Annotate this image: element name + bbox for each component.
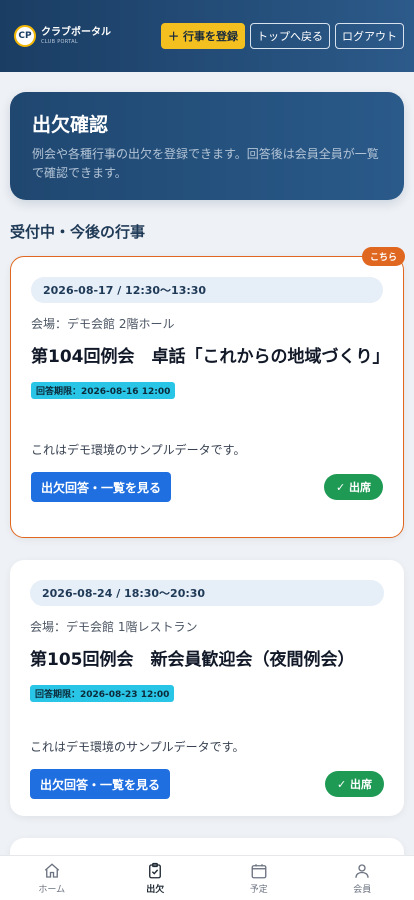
attendance-list-button[interactable]: 出欠回答・一覧を見る: [31, 472, 172, 502]
nav-item-schedule[interactable]: 予定: [207, 856, 311, 900]
user-icon: [355, 863, 369, 878]
event-card-footer: 出欠回答・一覧を見る ✓ 出席: [31, 472, 383, 502]
club-portal-logo[interactable]: CP クラブポータル CLUB PORTAL: [14, 25, 142, 47]
section-title: 受付中・今後の行事: [10, 223, 146, 241]
nav-label: 予定: [249, 884, 268, 895]
register-event-button[interactable]: ＋ 行事を登録: [161, 23, 245, 49]
event-description: これはデモ環境のサンプルデータです。: [31, 443, 246, 457]
logo-badge: CP: [14, 25, 36, 47]
bottom-navigation: ホーム 出欠 予定 会員: [0, 855, 414, 900]
logo-subtitle: CLUB PORTAL: [41, 38, 78, 45]
page-hero: 出欠確認 例会や各種行事の出欠を登録できます。回答後は会員全員が一覧で確認できま…: [10, 92, 404, 200]
event-datetime: 2026-08-24 / 18:30〜20:30: [30, 580, 384, 606]
back-to-top-button[interactable]: トップへ戻る: [250, 23, 330, 49]
event-description: これはデモ環境のサンプルデータです。: [30, 740, 245, 754]
nav-label: ホーム: [38, 884, 66, 895]
event-venue: 会場：デモ会館 1階レストラン: [30, 620, 198, 634]
here-badge: こちら: [361, 247, 405, 266]
deadline-badge: 回答期限：2026-08-23 12:00: [30, 685, 175, 702]
event-card: こちら 2026-08-17 / 12:30〜13:30 会場：デモ会館 2階ホ…: [10, 247, 405, 538]
attendance-list-button[interactable]: 出欠回答・一覧を見る: [30, 769, 171, 799]
logo-title: クラブポータル: [41, 26, 111, 38]
event-title: 第105回例会 新会員歓迎会（夜間例会）: [30, 650, 355, 670]
nav-item-home[interactable]: ホーム: [0, 856, 104, 900]
page-description: 例会や各種行事の出欠を登録できます。回答後は会員全員が一覧で確認できます。: [32, 147, 379, 180]
event-venue: 会場：デモ会館 2階ホール: [31, 317, 175, 331]
calendar-icon: [251, 863, 267, 878]
clipboard-check-icon: [149, 862, 162, 878]
logo-text: クラブポータル CLUB PORTAL: [41, 26, 111, 45]
event-card-footer: 出欠回答・一覧を見る ✓ 出席: [30, 769, 384, 799]
nav-label: 出欠: [146, 884, 165, 895]
attendance-status-badge: ✓ 出席: [324, 771, 384, 797]
attendance-status-badge: ✓ 出席: [323, 474, 383, 500]
nav-label: 会員: [353, 884, 372, 895]
page-title: 出欠確認: [32, 114, 109, 136]
event-datetime: 2026-08-17 / 12:30〜13:30: [31, 277, 383, 303]
event-card: 2026-08-24 / 18:30〜20:30 会場：デモ会館 1階レストラン…: [10, 560, 404, 816]
event-title: 第104回例会 卓話「これからの地域づくり」: [31, 347, 390, 367]
home-icon: [44, 862, 59, 878]
logout-button[interactable]: ログアウト: [335, 23, 404, 49]
nav-item-attendance[interactable]: 出欠: [104, 856, 208, 900]
app-header: CP クラブポータル CLUB PORTAL ＋ 行事を登録 トップへ戻る ログ…: [0, 0, 414, 72]
header-actions: ＋ 行事を登録 トップへ戻る ログアウト: [161, 23, 404, 49]
nav-item-members[interactable]: 会員: [311, 856, 414, 900]
deadline-badge: 回答期限：2026-08-16 12:00: [31, 382, 176, 399]
